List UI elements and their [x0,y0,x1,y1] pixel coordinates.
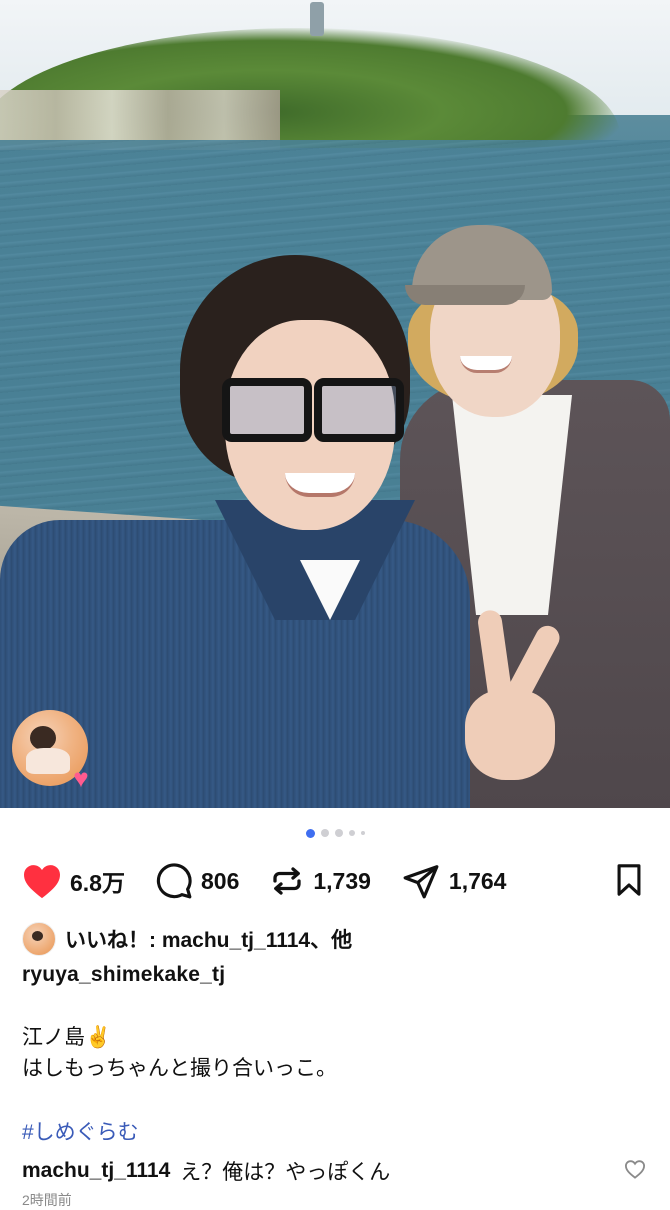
liker-avatar[interactable] [22,922,56,956]
post-time: 2時間前 [22,1192,72,1208]
carousel-dot [360,831,365,835]
post-author-username[interactable]: ryuya_shimekake_tj [22,963,225,987]
save-button[interactable] [612,862,646,903]
comment-username[interactable]: machu_tj_1114 [22,1159,170,1183]
hashtag-link[interactable]: #しめぐらむ [22,1116,139,1146]
carousel-dot [334,829,343,837]
comment-count: 806 [200,867,240,894]
like-button[interactable]: 6.8万 [22,863,125,899]
likes-summary[interactable]: いいね！: machu_tj_1114、他 [22,922,352,956]
carousel-dot [320,829,329,837]
comment-like-button[interactable] [624,1159,646,1185]
share-icon [403,865,439,899]
post-actions-bar: 6.8万 806 1,739 1,764 [22,858,648,904]
comment-like-icon [624,1160,646,1179]
share-count: 1,764 [448,867,507,894]
carousel-indicator [0,828,670,838]
repost-button[interactable]: 1,739 [269,862,371,900]
caption-line: 江ノ島✌️ [22,1026,112,1049]
post-photo[interactable]: ♥ [0,0,670,808]
photo-peace-hand [465,608,564,780]
caption-line: はしもっちゃんと撮り合いっこ。 [22,1057,337,1080]
post-caption: 江ノ島✌️ はしもっちゃんと撮り合いっこ。 [22,1022,337,1084]
comment-icon [156,863,192,899]
repost-icon [273,867,302,895]
avatar-heart-icon: ♥ [73,763,89,793]
heart-icon [24,865,60,899]
comment-preview: machu_tj_1114 え？俺は？やっぽくん [22,1156,652,1186]
carousel-dot [348,830,355,836]
likes-text: いいね！: machu_tj_1114、他 [65,929,353,952]
bookmark-icon [617,864,641,896]
like-count: 6.8万 [70,870,125,896]
carousel-dot-active [305,828,315,838]
comment-button[interactable]: 806 [155,862,239,900]
repost-count: 1,739 [313,867,371,894]
share-button[interactable]: 1,764 [401,862,507,900]
photo-person-left [0,0,670,808]
comment-text: え？俺は？やっぽくん [180,1161,391,1184]
